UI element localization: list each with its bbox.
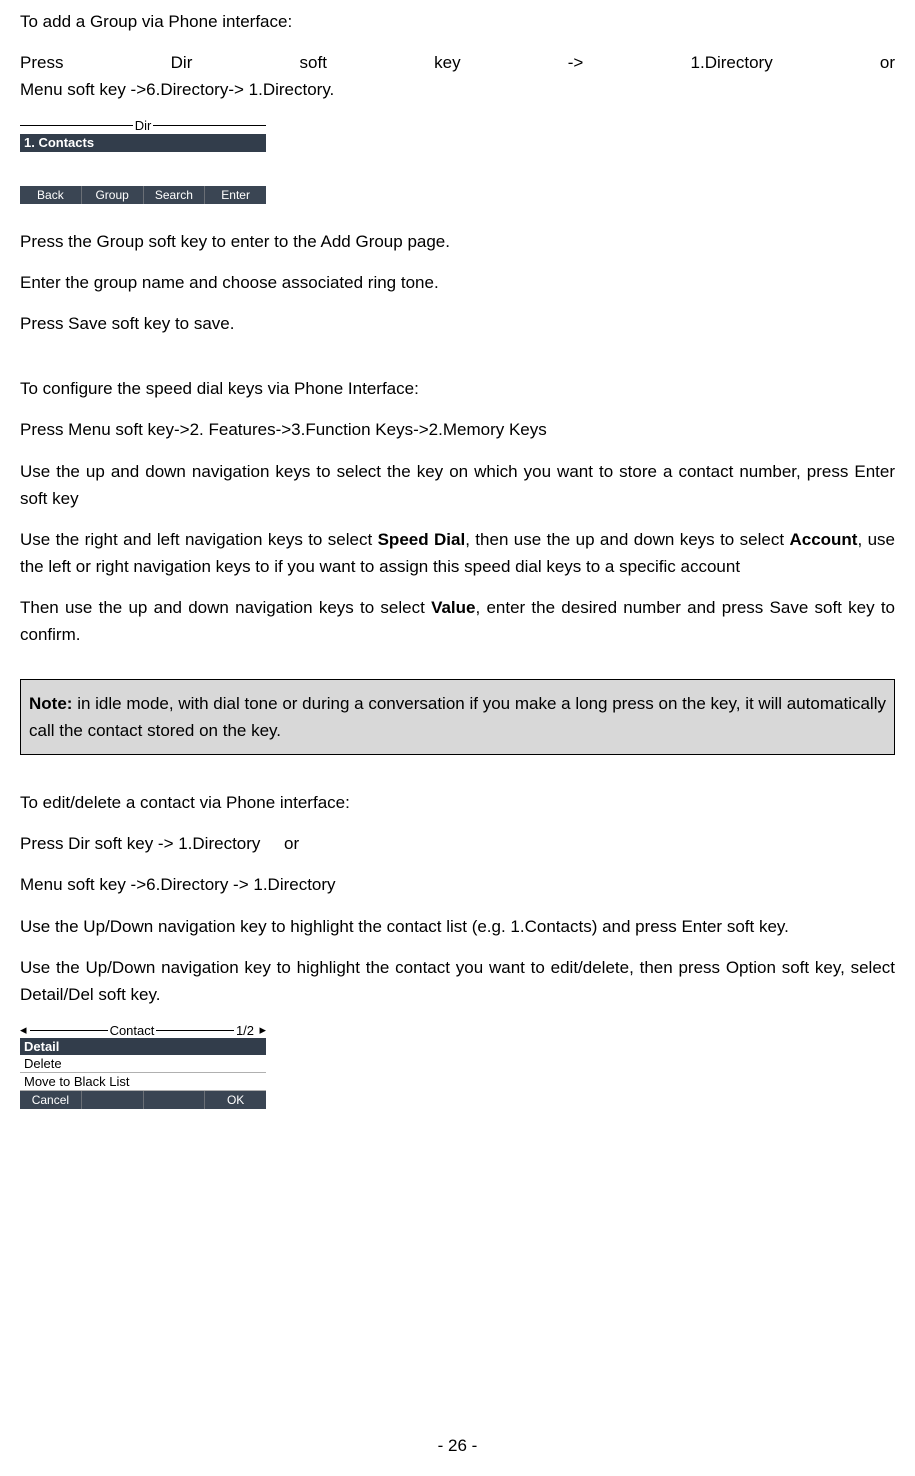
instruction-highlight-contact: Use the Up/Down navigation key to highli… <box>20 954 895 1008</box>
word: key <box>434 49 460 76</box>
phone-screenshot-dir: Dir 1. Contacts Back Group Search Enter <box>20 118 266 204</box>
instruction-speed-dial-nav: Press Menu soft key->2. Features->3.Func… <box>20 416 895 443</box>
title-rule-right <box>153 125 266 126</box>
instruction-speed-dial-account: Use the right and left navigation keys t… <box>20 526 895 580</box>
option-move-blacklist[interactable]: Move to Black List <box>20 1073 266 1091</box>
note-box: Note: in idle mode, with dial tone or du… <box>20 679 895 755</box>
option-delete[interactable]: Delete <box>20 1055 266 1073</box>
phone-title-text: Dir <box>133 118 154 133</box>
bold-speed-dial: Speed Dial <box>378 530 466 549</box>
text-fragment: Then use the up and down navigation keys… <box>20 598 431 617</box>
instruction-value-save: Then use the up and down navigation keys… <box>20 594 895 648</box>
page-indicator: 1/2 <box>234 1023 256 1038</box>
word: 1.Directory <box>691 49 773 76</box>
word: Dir <box>171 49 193 76</box>
softkey-enter[interactable]: Enter <box>205 186 266 204</box>
instruction-press-group: Press the Group soft key to enter to the… <box>20 228 895 255</box>
softkey-group[interactable]: Group <box>82 186 144 204</box>
word: or <box>880 49 895 76</box>
instruction-press-save: Press Save soft key to save. <box>20 310 895 337</box>
bold-value: Value <box>431 598 475 617</box>
softkey-cancel[interactable]: Cancel <box>20 1091 82 1109</box>
softkey-ok[interactable]: OK <box>205 1091 266 1109</box>
instruction-nav-add-group: Press Dir soft key -> 1.Directory or Menu soft… <box>20 49 895 103</box>
heading-speed-dial: To configure the speed dial keys via Pho… <box>20 375 895 402</box>
softkey-search[interactable]: Search <box>144 186 206 204</box>
softkey-empty <box>144 1091 206 1109</box>
instruction-highlight-list: Use the Up/Down navigation key to highli… <box>20 913 895 940</box>
phone-title-bar: ◂ Contact 1/2 ▸ <box>20 1022 266 1038</box>
phone-title-text: Contact <box>108 1023 157 1038</box>
page-number: - 26 - <box>0 1436 915 1456</box>
phone-title-bar: Dir <box>20 118 266 133</box>
line-2: Menu soft key ->6.Directory-> 1.Director… <box>20 80 334 99</box>
instruction-enter-name-tone: Enter the group name and choose associat… <box>20 269 895 296</box>
note-label: Note: <box>29 694 72 713</box>
arrow-right-icon: ▸ <box>256 1022 266 1038</box>
arrow-left-icon: ◂ <box>20 1022 30 1038</box>
note-text: in idle mode, with dial tone or during a… <box>29 694 886 740</box>
softkey-empty <box>82 1091 144 1109</box>
softkey-back[interactable]: Back <box>20 186 82 204</box>
phone-selected-row: 1. Contacts <box>20 134 266 152</box>
heading-edit-delete: To edit/delete a contact via Phone inter… <box>20 789 895 816</box>
word: Press <box>20 49 63 76</box>
instruction-edit-nav-1: Press Dir soft key -> 1.Directory or <box>20 830 895 857</box>
bold-account: Account <box>789 530 857 549</box>
text-fragment: , then use the up and down keys to selec… <box>465 530 789 549</box>
phone-softkey-bar: Back Group Search Enter <box>20 186 266 204</box>
title-rule-left <box>30 1030 108 1031</box>
option-detail[interactable]: Detail <box>20 1038 266 1055</box>
instruction-edit-nav-2: Menu soft key ->6.Directory -> 1.Directo… <box>20 871 895 898</box>
phone-softkey-bar: Cancel OK <box>20 1091 266 1109</box>
title-rule-right <box>156 1030 234 1031</box>
phone-screenshot-contact: ◂ Contact 1/2 ▸ Detail Delete Move to Bl… <box>20 1022 266 1109</box>
instruction-select-memory-key: Use the up and down navigation keys to s… <box>20 458 895 512</box>
word: -> <box>568 49 584 76</box>
title-rule-left <box>20 125 133 126</box>
word: soft <box>300 49 327 76</box>
heading-add-group: To add a Group via Phone interface: <box>20 8 895 35</box>
text-fragment: Use the right and left navigation keys t… <box>20 530 378 549</box>
line-1-spread: Press Dir soft key -> 1.Directory or <box>20 49 895 76</box>
